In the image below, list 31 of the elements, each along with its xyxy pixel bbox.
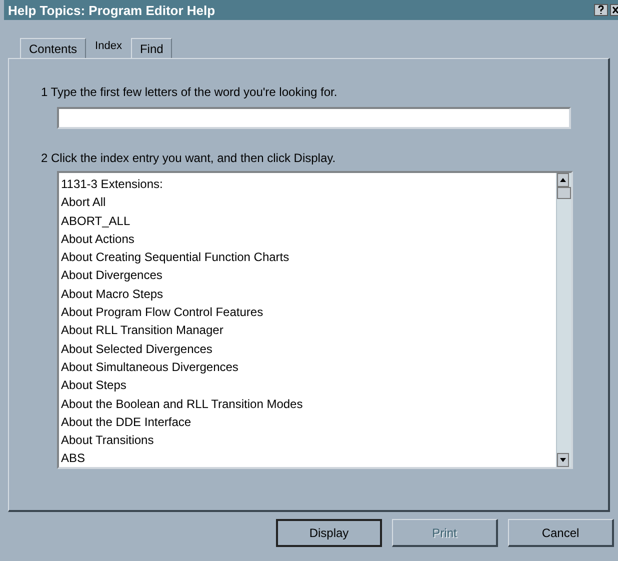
tab[interactable]: Contents — [20, 38, 86, 58]
search-field[interactable] — [57, 107, 571, 129]
scroll-thumb[interactable] — [557, 187, 571, 199]
tab[interactable]: Find — [130, 38, 172, 58]
index-entry[interactable]: About the DDE Interface — [61, 412, 556, 432]
help-icon[interactable] — [594, 4, 608, 16]
index-entry[interactable]: ABORT_ALL — [61, 212, 556, 230]
index-entry[interactable]: 1131-3 Extensions: — [61, 175, 556, 194]
index-entry[interactable]: About Simultaneous Divergences — [61, 358, 556, 376]
step-label: 1 Type the first few letters of the word you're looking for. — [41, 85, 338, 99]
index-entry[interactable]: Abort All — [61, 193, 556, 212]
scroll-up-icon[interactable] — [557, 173, 569, 187]
scroll-down-icon[interactable] — [557, 453, 569, 467]
index-entry[interactable]: About RLL Transition Manager — [61, 321, 556, 340]
scrollbar[interactable] — [556, 173, 571, 467]
index-entry[interactable]: About Macro Steps — [61, 284, 556, 304]
close-icon[interactable] — [610, 4, 618, 16]
index-entry[interactable]: About Actions — [61, 230, 556, 248]
index-entry[interactable]: About Creating Sequential Function Charts — [61, 248, 556, 266]
dialog-button[interactable]: Cancel — [508, 519, 614, 547]
index-entry[interactable]: About Selected Divergences — [61, 340, 556, 358]
index-entry[interactable]: About the Boolean and RLL Transition Modes — [61, 394, 556, 413]
index-entry[interactable]: About Program Flow Control Features — [61, 303, 556, 322]
dialog-button[interactable]: Display — [276, 519, 382, 547]
index-entry[interactable]: About Transitions — [61, 431, 556, 450]
window-title: Help Topics: Program Editor Help — [8, 2, 216, 18]
index-entry[interactable]: About Steps — [61, 376, 556, 395]
index-entry[interactable]: About Divergences — [61, 266, 556, 285]
index-list[interactable] — [57, 171, 573, 469]
step-label: 2 Click the index entry you want, and then click Display. — [41, 151, 337, 165]
index-entry[interactable]: ABS — [61, 449, 556, 467]
